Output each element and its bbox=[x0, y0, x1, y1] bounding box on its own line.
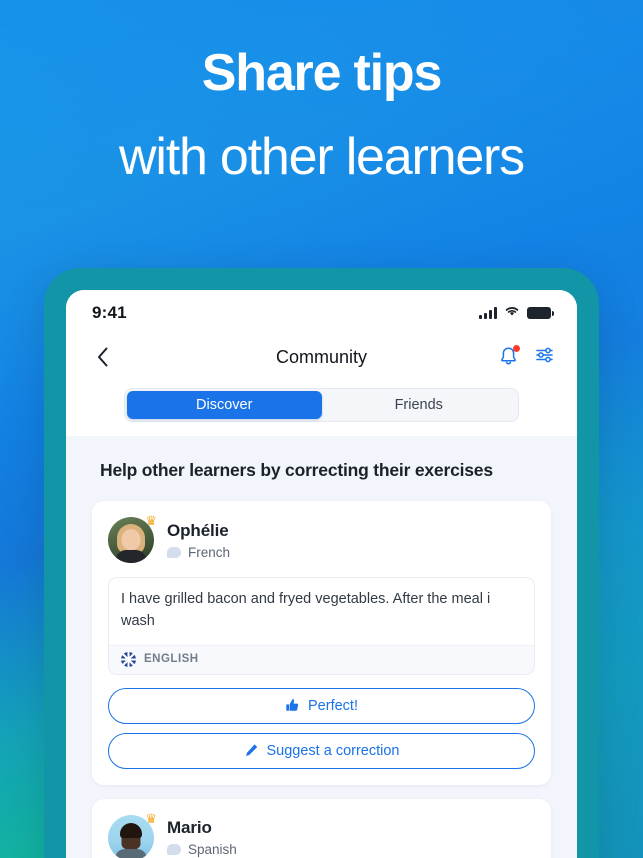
card-header: ♛ Ophélie French bbox=[108, 513, 535, 564]
card-actions: Perfect! Suggest a correction bbox=[108, 687, 535, 769]
tab-discover[interactable]: Discover bbox=[127, 391, 322, 419]
feed-scroll-area[interactable]: Help other learners by correcting their … bbox=[66, 436, 577, 858]
thumbs-up-icon bbox=[286, 699, 299, 712]
back-button[interactable] bbox=[88, 342, 118, 372]
perfect-button[interactable]: Perfect! bbox=[108, 687, 535, 724]
battery-icon bbox=[527, 307, 554, 319]
phone-screen: 9:41 Community Discover Friends Help oth… bbox=[66, 290, 577, 858]
user-name: Mario bbox=[167, 818, 212, 838]
status-bar-time: 9:41 bbox=[92, 303, 127, 322]
user-meta: Mario Spanish bbox=[167, 818, 237, 857]
chevron-left-icon bbox=[98, 347, 108, 367]
speech-bubble-icon bbox=[167, 546, 181, 558]
perfect-button-label: Perfect! bbox=[308, 697, 358, 714]
tab-friends[interactable]: Friends bbox=[322, 391, 517, 419]
exercise-language-row: ENGLISH bbox=[109, 644, 534, 674]
uk-flag-icon bbox=[121, 651, 136, 667]
notifications-button[interactable] bbox=[498, 345, 520, 369]
section-heading: Help other learners by correcting their … bbox=[100, 460, 493, 480]
status-bar-icons bbox=[479, 304, 554, 322]
promo-screen: Share tips with other learners 9:41 Comm… bbox=[0, 0, 643, 858]
user-name: Ophélie bbox=[167, 520, 229, 540]
crown-icon: ♛ bbox=[145, 513, 157, 529]
suggest-correction-button[interactable]: Suggest a correction bbox=[108, 732, 535, 769]
notification-badge-dot bbox=[513, 345, 520, 352]
avatar[interactable]: ♛ bbox=[108, 810, 157, 858]
exercise-box: I have grilled bacon and fryed vegetable… bbox=[108, 577, 535, 675]
exercise-text: I have grilled bacon and fryed vegetable… bbox=[121, 591, 491, 630]
segmented-control: Discover Friends bbox=[124, 388, 519, 422]
exercise-card[interactable]: ♛ Ophélie French I have grilled bacon an… bbox=[92, 501, 551, 785]
status-bar: 9:41 bbox=[66, 290, 577, 332]
nav-bar: Community bbox=[66, 332, 577, 382]
card-header: ♛ Mario Spanish bbox=[108, 810, 535, 858]
promo-headline: Share tips with other learners bbox=[0, 44, 643, 186]
tabs-container: Discover Friends bbox=[66, 382, 577, 436]
filter-button[interactable] bbox=[534, 345, 555, 370]
pencil-icon bbox=[245, 744, 257, 757]
exercise-card[interactable]: ♛ Mario Spanish bbox=[92, 798, 551, 858]
speech-bubble-icon bbox=[167, 844, 181, 856]
phone-mockup: 9:41 Community Discover Friends Help oth… bbox=[44, 268, 599, 858]
user-language-label: Spanish bbox=[188, 842, 237, 858]
crown-icon: ♛ bbox=[145, 810, 157, 826]
headline-line-1: Share tips bbox=[201, 44, 443, 102]
nav-actions bbox=[498, 345, 555, 370]
sliders-icon bbox=[536, 347, 553, 362]
user-meta: Ophélie French bbox=[167, 521, 230, 560]
exercise-feed: ♛ Ophélie French I have grilled bacon an… bbox=[66, 483, 577, 858]
headline-line-2: with other learners bbox=[119, 128, 525, 187]
exercise-language-label: ENGLISH bbox=[144, 653, 199, 666]
wifi-icon bbox=[504, 304, 520, 322]
user-language: Spanish bbox=[167, 842, 237, 857]
signal-bars-icon bbox=[479, 307, 497, 319]
user-language-label: French bbox=[188, 544, 231, 560]
user-language: French bbox=[167, 545, 230, 560]
suggest-correction-button-label: Suggest a correction bbox=[266, 742, 400, 759]
avatar[interactable]: ♛ bbox=[108, 513, 157, 564]
